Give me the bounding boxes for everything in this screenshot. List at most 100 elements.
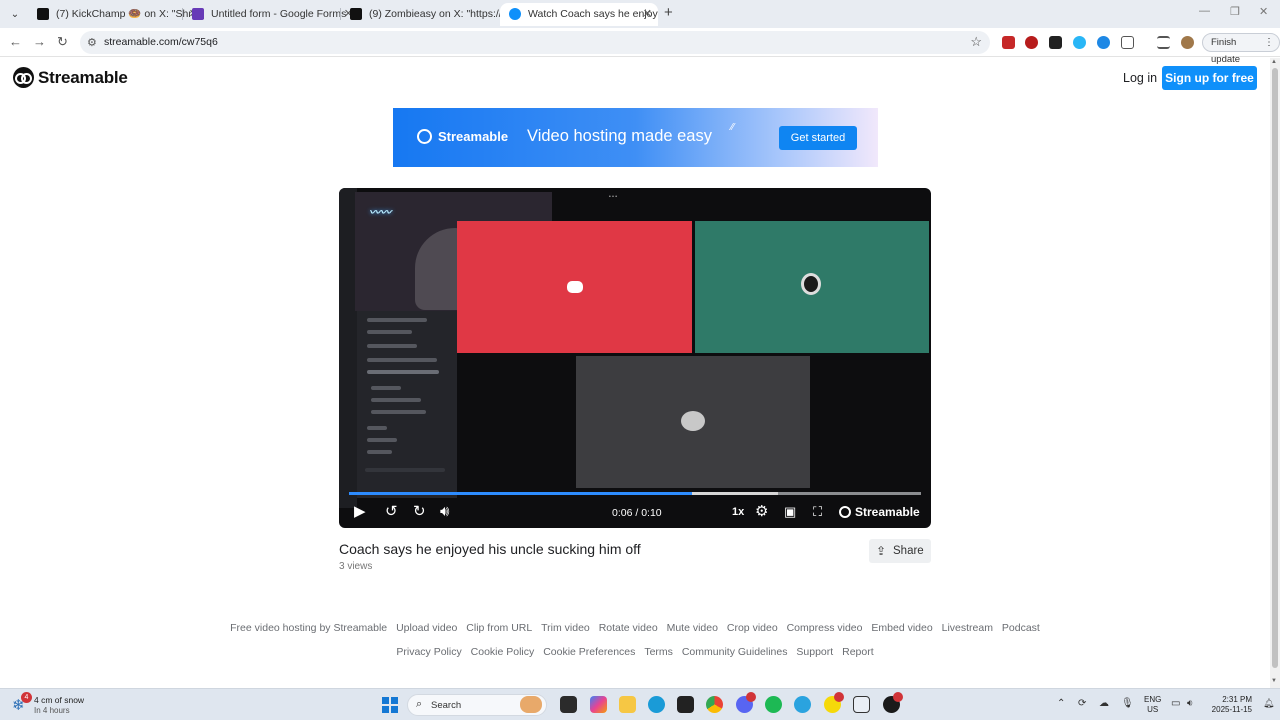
footer-link[interactable]: Terms bbox=[644, 646, 673, 658]
tab-google-forms[interactable]: Untitled form - Google Forms ✕ bbox=[183, 3, 359, 26]
sync-icon[interactable]: ⟳ bbox=[1078, 698, 1086, 709]
signup-button[interactable]: Sign up for free bbox=[1162, 66, 1257, 90]
search-highlight-icon[interactable] bbox=[520, 696, 542, 713]
footer-link[interactable]: Trim video bbox=[541, 622, 590, 634]
footer-link[interactable]: Podcast bbox=[1002, 622, 1040, 634]
reload-icon[interactable]: ↻ bbox=[57, 34, 68, 50]
site-info-icon[interactable]: ⚙ bbox=[87, 36, 97, 49]
cloud-offline-icon[interactable]: ☁ bbox=[1099, 698, 1109, 709]
profile-avatar[interactable] bbox=[1181, 36, 1194, 49]
footer-link[interactable]: Support bbox=[796, 646, 833, 658]
new-tab-plus-icon[interactable]: + bbox=[664, 4, 673, 21]
get-started-button[interactable]: Get started bbox=[779, 126, 857, 150]
participant-avatar bbox=[801, 273, 821, 295]
weather-line-1[interactable]: 4 cm of snow bbox=[34, 695, 84, 705]
extension-icon[interactable] bbox=[1073, 36, 1086, 49]
scrollbar-thumb[interactable] bbox=[1272, 68, 1278, 668]
footer-link[interactable]: Livestream bbox=[942, 622, 993, 634]
address-bar[interactable]: ⚙ streamable.com/cw75q6 ☆ bbox=[80, 31, 990, 54]
footer-link[interactable]: Community Guidelines bbox=[682, 646, 788, 658]
close-window-icon[interactable]: ✕ bbox=[1259, 5, 1268, 18]
footer-link[interactable]: Clip from URL bbox=[466, 622, 532, 634]
telegram-icon[interactable] bbox=[794, 696, 811, 713]
footer-link[interactable]: Privacy Policy bbox=[396, 646, 461, 658]
file-explorer-icon[interactable] bbox=[619, 696, 636, 713]
copilot-icon[interactable] bbox=[590, 696, 607, 713]
windows-start-icon[interactable] bbox=[382, 697, 398, 713]
fullscreen-icon[interactable]: ⛶ bbox=[813, 502, 822, 522]
tab-streamable[interactable]: Watch Coach says he enjoyed h ✕ bbox=[500, 3, 658, 26]
picture-in-picture-icon[interactable]: ▣ bbox=[784, 502, 796, 522]
footer-link[interactable]: Upload video bbox=[396, 622, 457, 634]
spotify-icon[interactable] bbox=[765, 696, 782, 713]
reading-list-icon[interactable] bbox=[1157, 36, 1170, 49]
footer-link[interactable]: Free video hosting by Streamable bbox=[230, 622, 387, 634]
promo-banner[interactable]: Streamable Video hosting made easy ⁄⁄ Ge… bbox=[393, 108, 878, 167]
extension-icon[interactable] bbox=[1097, 36, 1110, 49]
system-clock[interactable]: 2:31 PM 2025-11-15 bbox=[1208, 695, 1252, 715]
minimize-icon[interactable]: — bbox=[1199, 5, 1210, 17]
play-icon[interactable]: ▶ bbox=[354, 502, 366, 522]
extension-icon[interactable] bbox=[1025, 36, 1038, 49]
scroll-down-arrow-icon[interactable]: ▼ bbox=[1271, 678, 1277, 684]
speaker-icon[interactable]: 🔉︎ bbox=[1187, 698, 1193, 709]
buffered-bar bbox=[692, 492, 778, 495]
finish-update-button[interactable]: Finish update ⋮ bbox=[1202, 33, 1280, 65]
footer-link[interactable]: Mute video bbox=[667, 622, 718, 634]
share-button[interactable]: ⇪ Share bbox=[869, 539, 931, 563]
rewind-icon[interactable]: ↺ bbox=[385, 502, 398, 522]
streamable-logo-icon bbox=[417, 129, 432, 144]
edge-browser-icon[interactable] bbox=[648, 696, 665, 713]
streamable-logo[interactable]: Streamable bbox=[13, 67, 128, 88]
footer-link[interactable]: Cookie Preferences bbox=[543, 646, 635, 658]
show-hidden-icons-chevron-icon[interactable]: ⌃ bbox=[1057, 698, 1065, 709]
footer-link[interactable]: Cookie Policy bbox=[471, 646, 535, 658]
settings-gear-icon[interactable]: ⚙ bbox=[755, 502, 768, 522]
footer-link[interactable]: Embed video bbox=[871, 622, 932, 634]
tab-search-chevron-icon[interactable]: ⌄ bbox=[6, 5, 24, 23]
notification-badge bbox=[834, 692, 844, 702]
notifications-bell-icon[interactable]: 🔔︎ bbox=[1263, 698, 1274, 709]
weather-line-2[interactable]: In 4 hours bbox=[34, 706, 70, 715]
volume-icon[interactable]: 🔊︎ bbox=[440, 502, 449, 522]
scroll-up-arrow-icon[interactable]: ▲ bbox=[1271, 59, 1277, 65]
page-scrollbar[interactable]: ▲ ▼ bbox=[1270, 58, 1280, 688]
share-label: Share bbox=[893, 545, 924, 557]
extension-icon[interactable] bbox=[1049, 36, 1062, 49]
video-frame-titlebar: • • • bbox=[609, 194, 618, 200]
extension-icon[interactable] bbox=[1002, 36, 1015, 49]
footer-links-row-1: Free video hosting by Streamable Upload … bbox=[0, 622, 1270, 634]
x-logo-icon bbox=[350, 8, 362, 20]
address-url[interactable]: streamable.com/cw75q6 bbox=[104, 36, 218, 48]
login-link[interactable]: Log in bbox=[1123, 71, 1157, 85]
notepad-app-icon[interactable] bbox=[677, 696, 694, 713]
microphone-icon[interactable]: 🎙︎ bbox=[1121, 698, 1134, 709]
network-icon[interactable]: ▭ bbox=[1171, 698, 1180, 709]
language-indicator[interactable]: ENG US bbox=[1144, 695, 1161, 715]
video-frame-channel-list bbox=[357, 308, 457, 498]
close-tab-icon[interactable]: ✕ bbox=[643, 3, 652, 26]
task-view-icon[interactable] bbox=[560, 696, 577, 713]
restore-icon[interactable]: ❐ bbox=[1230, 5, 1240, 18]
tab-zombieasy[interactable]: (9) Zombieasy on X: "https://t.c ✕ bbox=[341, 3, 517, 26]
extensions-puzzle-icon[interactable] bbox=[1121, 36, 1134, 49]
snipping-tool-icon[interactable] bbox=[853, 696, 870, 713]
forward-arrow-icon[interactable]: → bbox=[33, 34, 46, 49]
participant-avatar bbox=[681, 411, 705, 431]
footer-link[interactable]: Crop video bbox=[727, 622, 778, 634]
footer-link[interactable]: Compress video bbox=[787, 622, 863, 634]
footer-link[interactable]: Report bbox=[842, 646, 874, 658]
video-progress-bar[interactable] bbox=[349, 492, 921, 495]
more-menu-icon[interactable]: ⋮ bbox=[1264, 34, 1274, 51]
back-arrow-icon[interactable]: ← bbox=[9, 34, 22, 49]
fast-forward-icon[interactable]: ↻ bbox=[413, 502, 426, 522]
tab-kickchamp[interactable]: (7) KickChamp 🍩 on X: "Shnag ✕ bbox=[28, 3, 204, 26]
video-player[interactable]: 〰〰 • • • ▶ ↺ ↻ 🔊︎ 0:06 / 0:10 1x ⚙ ▣ ⛶ S… bbox=[339, 188, 931, 528]
banner-logo: Streamable bbox=[417, 129, 508, 144]
footer-link[interactable]: Rotate video bbox=[599, 622, 658, 634]
tab-title: (9) Zombieasy on X: "https://t.c bbox=[369, 8, 513, 20]
playback-speed-button[interactable]: 1x bbox=[732, 506, 744, 518]
player-brand-link[interactable]: Streamable bbox=[839, 505, 920, 519]
bookmark-star-icon[interactable]: ☆ bbox=[970, 34, 982, 50]
chrome-icon[interactable] bbox=[706, 696, 723, 713]
